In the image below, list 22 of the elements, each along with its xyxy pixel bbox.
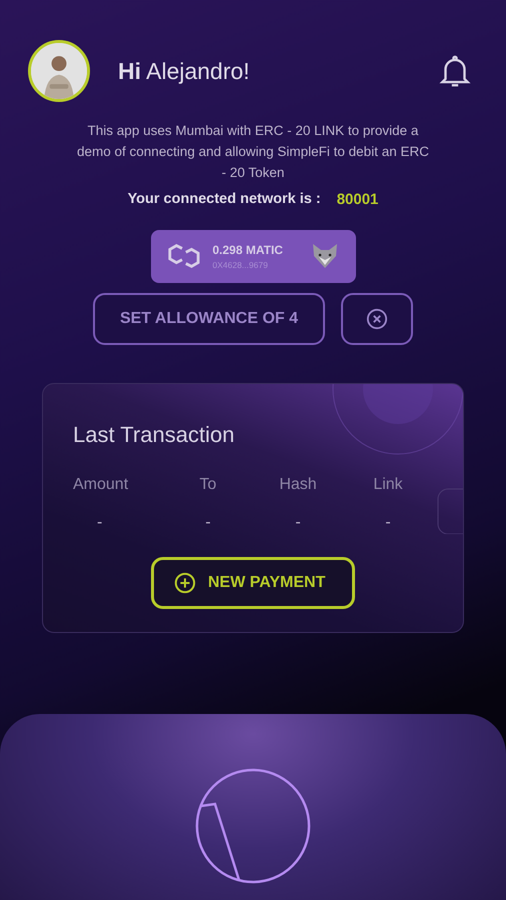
new-payment-button[interactable]: NEW PAYMENT [151,556,355,608]
wallet-address: 0X4628...9679 [212,258,269,272]
column-header: Hash [279,474,317,494]
greeting: Hi Alejandro! [118,56,250,86]
column-value: - [205,512,211,532]
wallet-badge[interactable]: 0.298 MATIC 0X4628...9679 [150,230,356,282]
set-allowance-button[interactable]: SET ALLOWANCE OF 4 [93,292,325,344]
column-header: To [200,474,216,494]
plus-icon [174,572,196,594]
intro-text: This app uses Mumbai with ERC - 20 LINK to provide a demo of connecting and allowing SimpleFi to debit an ERC - 20 Token [76,122,430,182]
column-value: - [385,512,391,532]
column-header: Amount [73,474,128,494]
card-title: Last Transaction [73,420,236,448]
network-label: Your connected network is : [128,190,321,210]
balance-text: 0.298 MATIC [212,242,283,259]
network-value: 80001 [336,190,378,210]
chain-link-icon [166,242,200,270]
cancel-button[interactable] [341,292,413,344]
column-value: - [295,512,301,532]
column-value: - [97,512,102,532]
close-icon [366,308,388,330]
column-header: Link [373,474,403,494]
